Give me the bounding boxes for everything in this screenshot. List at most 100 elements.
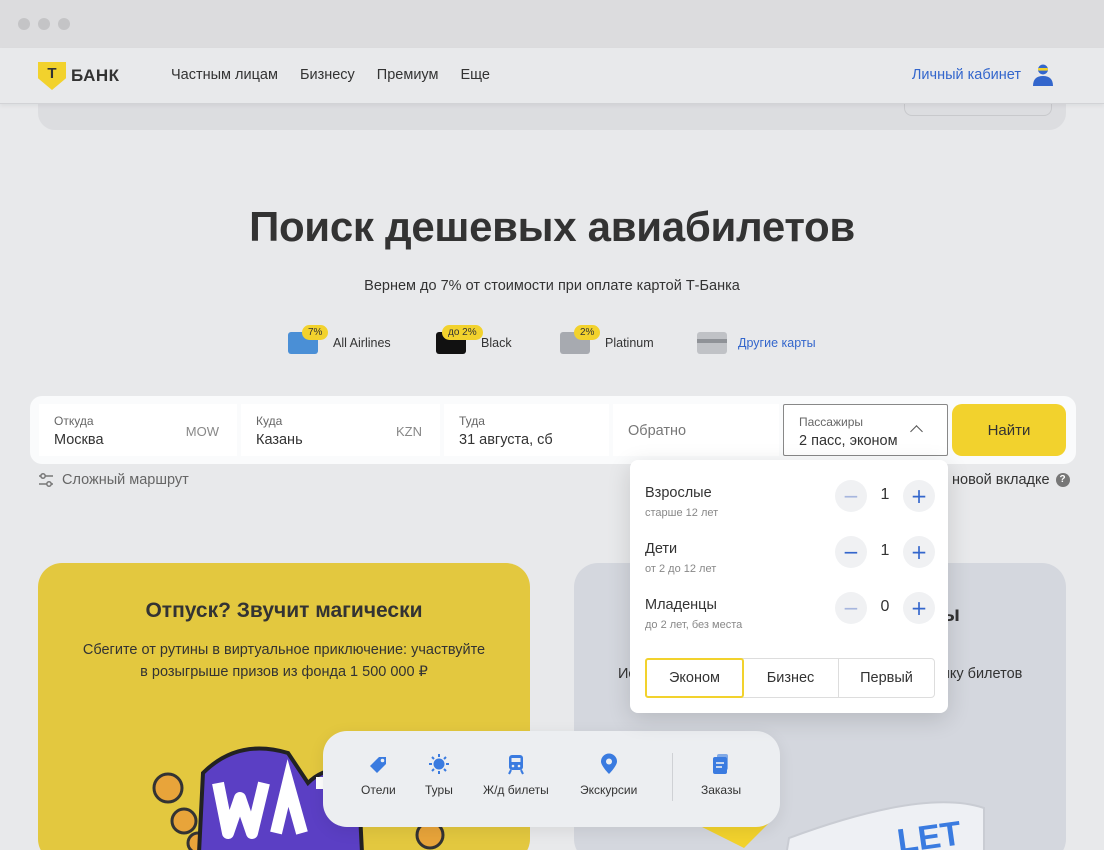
window-close-dot[interactable] — [18, 18, 30, 30]
platinum-card-icon: 2% — [560, 325, 601, 354]
children-plus-button[interactable]: + — [903, 536, 935, 568]
infants-plus-button[interactable]: + — [903, 592, 935, 624]
to-label: Куда — [256, 414, 283, 428]
adults-title: Взрослые — [645, 485, 712, 501]
sun-icon — [428, 754, 449, 774]
menu-item-business[interactable]: Бизнесу — [300, 67, 355, 83]
complex-route-link[interactable]: Сложный маршрут — [38, 472, 189, 488]
children-minus-button[interactable]: − — [835, 536, 867, 568]
from-value: Москва — [54, 432, 104, 448]
complex-route-label: Сложный маршрут — [62, 472, 189, 488]
passengers-dropdown: Взрослые старше 12 лет − 1 + Дети от 2 д… — [630, 460, 948, 713]
all-airlines-card-icon: 7% — [288, 325, 329, 354]
class-option-first[interactable]: Первый — [839, 659, 934, 697]
passenger-row-adults: Взрослые старше 12 лет − 1 + — [645, 480, 935, 529]
card-offer-black[interactable]: до 2% Black — [436, 325, 512, 354]
return-placeholder: Обратно — [628, 423, 687, 439]
children-count: 1 — [880, 542, 890, 559]
hotel-tag-icon — [370, 757, 387, 773]
window-maximize-dot[interactable] — [58, 18, 70, 30]
nav-item-label: Отели — [361, 783, 396, 797]
bottom-services-nav: Отели Туры Ж/д билеты Экскурсии Заказы — [323, 731, 780, 827]
card-offer-other[interactable]: Другие карты — [697, 332, 816, 354]
orders-clipboard-icon — [713, 754, 729, 774]
adults-minus-button[interactable]: − — [835, 480, 867, 512]
find-button[interactable]: Найти — [952, 404, 1066, 456]
personal-cabinet-link[interactable]: Личный кабинет — [912, 67, 1021, 83]
depart-value: 31 августа, сб — [459, 432, 553, 448]
logo-text: БАНК — [71, 66, 120, 85]
open-new-tab-option[interactable]: новой вкладке ? — [952, 472, 1070, 488]
from-label: Откуда — [54, 414, 94, 428]
passengers-value: 2 пасс, эконом — [799, 433, 898, 449]
adults-plus-button[interactable]: + — [903, 480, 935, 512]
children-stepper: − 1 + — [835, 536, 935, 568]
browser-chrome — [0, 0, 1104, 48]
logo-shield-icon: Т — [38, 62, 66, 90]
card-label: Другие карты — [738, 336, 816, 350]
promo-strip-button[interactable] — [904, 102, 1052, 116]
to-code: KZN — [396, 424, 422, 439]
children-title: Дети — [645, 541, 678, 557]
nav-divider — [672, 753, 673, 801]
adults-stepper: − 1 + — [835, 480, 935, 512]
card-offer-platinum[interactable]: 2% Platinum — [560, 325, 654, 354]
infants-count: 0 — [880, 598, 890, 615]
from-code: MOW — [185, 424, 219, 439]
flight-search-form: Откуда Москва MOW Куда Казань KZN Туда 3… — [30, 396, 1076, 464]
menu-item-premium[interactable]: Премиум — [377, 67, 439, 83]
card-offer-all-airlines[interactable]: 7% All Airlines — [288, 325, 391, 354]
infants-stepper: − 0 + — [835, 592, 935, 624]
nav-item-label: Заказы — [701, 783, 742, 797]
route-settings-icon — [39, 473, 53, 487]
black-card-icon: до 2% — [436, 325, 483, 354]
menu-item-more[interactable]: Еще — [460, 67, 490, 83]
card-label: Black — [481, 336, 512, 350]
cabin-class-selector: Эконом Бизнес Первый — [645, 658, 935, 698]
passengers-field[interactable]: Пассажиры 2 пасс, эконом — [783, 404, 948, 456]
card-label: All Airlines — [333, 336, 391, 350]
train-icon — [507, 755, 524, 775]
infants-title: Младенцы — [645, 597, 717, 613]
depart-date-field[interactable]: Туда 31 августа, сб — [444, 404, 609, 456]
children-subtitle: от 2 до 12 лет — [645, 563, 717, 575]
other-card-icon — [697, 332, 727, 354]
card-badge: 2% — [574, 325, 601, 340]
nav-item-excursions[interactable]: Экскурсии — [580, 753, 637, 797]
infants-minus-button[interactable]: − — [835, 592, 867, 624]
from-field[interactable]: Откуда Москва MOW — [39, 404, 237, 456]
user-icon[interactable] — [1032, 63, 1054, 87]
card-badge: 7% — [302, 325, 329, 340]
adults-count: 1 — [880, 486, 890, 503]
card-offers: 7% All Airlines до 2% Black 2% Platinum … — [0, 325, 1104, 360]
window-minimize-dot[interactable] — [38, 18, 50, 30]
nav-item-orders[interactable]: Заказы — [701, 753, 741, 797]
nav-item-tours[interactable]: Туры — [425, 753, 453, 797]
to-value: Казань — [256, 432, 303, 448]
passengers-label: Пассажиры — [799, 415, 864, 429]
main-menu: Частным лицам Бизнесу Премиум Еще — [171, 67, 490, 83]
passenger-row-infants: Младенцы до 2 лет, без места − 0 + — [645, 592, 935, 641]
adults-subtitle: старше 12 лет — [645, 507, 719, 519]
help-icon[interactable]: ? — [1055, 473, 1070, 487]
bank-logo[interactable]: Т БАНК — [38, 62, 120, 90]
depart-label: Туда — [459, 414, 485, 428]
infants-subtitle: до 2 лет, без места — [645, 619, 743, 631]
nav-item-train[interactable]: Ж/д билеты — [483, 753, 549, 797]
promo-right-text-end: пку билетов — [942, 666, 1023, 682]
map-pin-icon — [600, 753, 617, 774]
chevron-up-icon — [910, 425, 923, 438]
nav-item-label: Туры — [425, 783, 453, 797]
class-option-economy[interactable]: Эконом — [645, 658, 744, 698]
nav-item-hotels[interactable]: Отели — [361, 753, 396, 797]
new-tab-label: новой вкладке — [952, 472, 1050, 488]
passenger-row-children: Дети от 2 до 12 лет − 1 + — [645, 536, 935, 585]
promo-left-text: Сбегите от рутины в виртуальное приключе… — [82, 642, 486, 680]
menu-item-private[interactable]: Частным лицам — [171, 67, 278, 83]
to-field[interactable]: Куда Казань KZN — [241, 404, 440, 456]
class-option-business[interactable]: Бизнес — [743, 659, 839, 697]
nav-item-label: Экскурсии — [580, 783, 638, 797]
promo-left-title: Отпуск? Звучит магически — [145, 599, 423, 622]
top-navigation: Т БАНК Частным лицам Бизнесу Премиум Еще… — [0, 48, 1104, 104]
return-date-field[interactable]: Обратно — [613, 404, 779, 456]
